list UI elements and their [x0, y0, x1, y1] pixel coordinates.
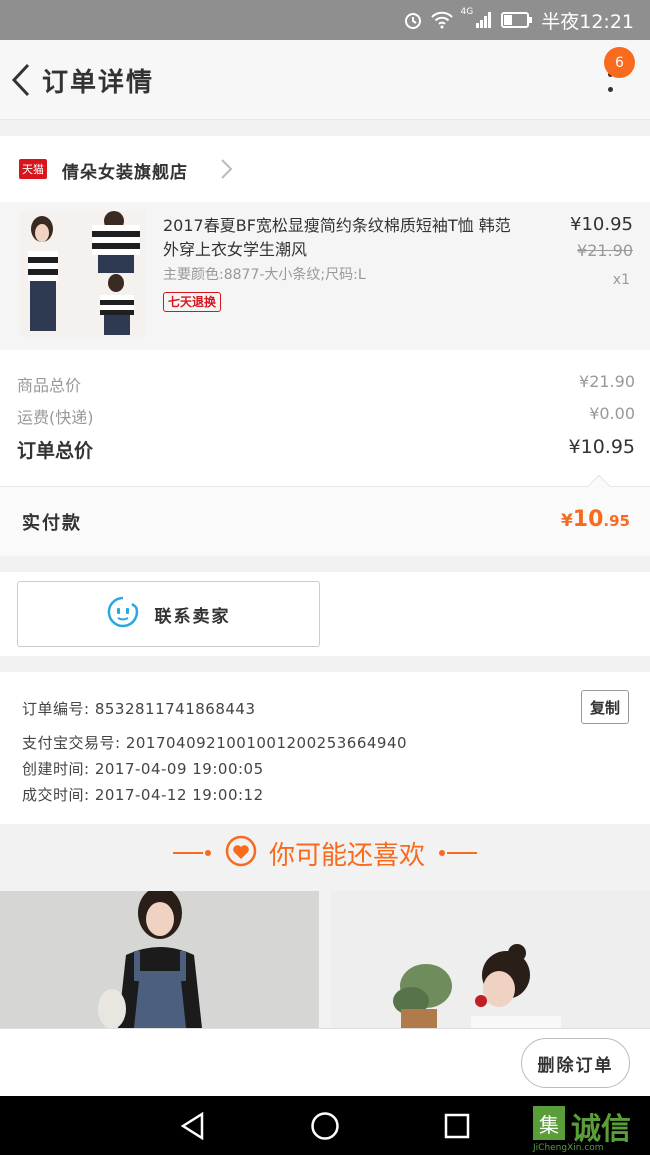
watermark-url: JiChengXin.com — [533, 1143, 604, 1153]
completed-time: 成交时间: 2017-04-12 19:00:12 — [22, 786, 264, 804]
notification-badge: 6 — [604, 47, 635, 78]
recommend-grid — [0, 891, 650, 1028]
alipay-transaction-number: 支付宝交易号: 2017040921001001200253664940 — [22, 734, 408, 752]
wangwang-chat-icon — [107, 596, 139, 632]
amount-integer: 10 — [572, 507, 604, 532]
status-bar: 4G 半夜12:21 — [0, 0, 650, 40]
recommend-product-card[interactable] — [331, 891, 650, 1028]
actual-payment-label: 实付款 — [22, 513, 82, 534]
delete-order-button[interactable]: 删除订单 — [521, 1038, 630, 1088]
nav-recent-apps-button[interactable] — [437, 1110, 477, 1142]
order-info: 订单编号: 8532811741868443 支付宝交易号: 201704092… — [0, 672, 650, 824]
product-sku: 主要颜色:8877-大小条纹;尺码:L — [163, 267, 366, 283]
actual-payment-amount: ¥10.95 — [561, 507, 630, 532]
seven-day-return-tag: 七天退换 — [163, 292, 222, 312]
chevron-left-icon — [11, 63, 30, 97]
signal-icon — [475, 11, 493, 29]
contact-seller-label: 联系卖家 — [154, 606, 231, 627]
shipping-value: ¥0.00 — [589, 404, 635, 423]
square-recents-icon — [444, 1113, 470, 1139]
watermark-text: 诚信 — [571, 1112, 631, 1147]
shop-row[interactable]: 天猫 倩朵女装旗舰店 — [0, 136, 650, 202]
clock-time: 半夜12:21 — [541, 10, 634, 33]
order-total-label: 订单总价 — [17, 440, 94, 462]
network-type: 4G — [460, 6, 474, 17]
amount-decimal: .95 — [603, 512, 630, 530]
recommend-product-card[interactable] — [0, 891, 319, 1028]
product-title: 2017春夏BF宽松显瘦简约条纹棉质短袖T恤 韩范外穿上衣女学生潮风 — [163, 216, 511, 259]
item-original-price: ¥21.90 — [577, 241, 633, 260]
created-time: 创建时间: 2017-04-09 19:00:05 — [22, 760, 264, 778]
page-title: 订单详情 — [42, 68, 155, 98]
more-dot — [608, 87, 613, 92]
watermark-logo: 集 — [533, 1106, 565, 1140]
contact-section: 联系卖家 — [0, 572, 650, 656]
back-button[interactable] — [6, 60, 36, 100]
heart-icon — [225, 835, 257, 871]
shop-name: 倩朵女装旗舰店 — [62, 163, 188, 183]
order-number: 订单编号: 8532811741868443 — [22, 700, 256, 718]
recommend-header: 你可能还喜欢 — [0, 824, 650, 882]
recommend-title: 你可能还喜欢 — [268, 840, 425, 871]
item-price: ¥10.95 — [570, 214, 633, 235]
actual-payment-row: 实付款 ¥10.95 — [0, 474, 650, 556]
copy-button[interactable]: 复制 — [581, 690, 629, 724]
goods-total-label: 商品总价 — [17, 376, 82, 395]
decorative-line-left — [172, 848, 213, 858]
goods-total-row: 商品总价 ¥21.90 — [17, 372, 635, 396]
site-watermark: 集 诚信 JiChengXin.com — [533, 1104, 650, 1153]
shipping-row: 运费(快递) ¥0.00 — [17, 404, 635, 428]
shipping-label: 运费(快递) — [17, 408, 94, 427]
tmall-logo: 天猫 — [19, 159, 47, 179]
price-summary: 商品总价 ¥21.90 运费(快递) ¥0.00 订单总价 ¥10.95 — [0, 350, 650, 486]
order-total-value: ¥10.95 — [568, 436, 635, 458]
chevron-right-icon — [220, 158, 234, 184]
wifi-icon — [430, 11, 453, 29]
order-total-row: 订单总价 ¥10.95 — [17, 436, 635, 463]
circle-home-icon — [311, 1112, 339, 1140]
triangle-back-icon — [180, 1112, 204, 1140]
contact-seller-button[interactable]: 联系卖家 — [17, 581, 320, 647]
nav-back-button[interactable] — [173, 1110, 213, 1142]
nav-home-button[interactable] — [305, 1110, 345, 1142]
title-bar: 订单详情 — [0, 40, 650, 120]
alarm-icon — [403, 10, 423, 30]
goods-total-value: ¥21.90 — [579, 372, 635, 391]
item-quantity: x1 — [612, 272, 630, 288]
decorative-line-right — [437, 848, 477, 858]
currency-symbol: ¥ — [560, 511, 573, 531]
bottom-action-bar: 删除订单 — [0, 1028, 650, 1096]
product-thumbnail — [20, 211, 146, 337]
battery-icon — [501, 11, 533, 29]
order-item[interactable]: 2017春夏BF宽松显瘦简约条纹棉质短袖T恤 韩范外穿上衣女学生潮风 主要颜色:… — [0, 202, 650, 350]
